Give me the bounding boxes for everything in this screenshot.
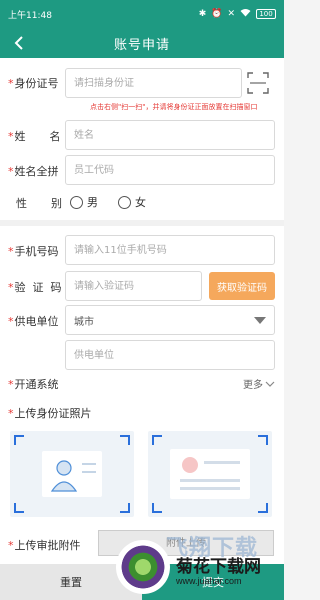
section-divider — [0, 220, 284, 226]
chevron-left-icon — [14, 36, 23, 50]
id-number-label: *身份证号 — [8, 77, 59, 90]
id-back-upload[interactable] — [148, 431, 272, 517]
id-photo-label: *上传身份证照片 — [8, 407, 92, 420]
phone-input[interactable] — [65, 235, 275, 265]
form-content: *身份证号 点击右侧"扫一扫"，并请将身份证正面放置在扫描窗口 *姓名 *姓名全… — [0, 58, 284, 564]
back-button[interactable] — [6, 30, 32, 56]
scan-hint: 点击右侧"扫一扫"，并请将身份证正面放置在扫描窗口 — [90, 103, 258, 111]
supply-unit-input[interactable] — [65, 340, 275, 370]
page-title: 账号申请 — [113, 37, 170, 53]
chevron-down-icon — [265, 381, 275, 387]
scan-icon — [247, 72, 269, 94]
radio-female[interactable] — [118, 195, 131, 209]
supply-unit-label: *供电单位 — [8, 315, 59, 328]
verification-code-input[interactable] — [65, 271, 202, 301]
status-time: 上午11:48 — [8, 10, 52, 21]
scan-button[interactable] — [247, 72, 269, 94]
city-select[interactable]: 城市 — [65, 305, 275, 335]
get-code-button[interactable]: 获取验证码 — [209, 272, 275, 300]
more-systems-toggle[interactable]: 更多 — [243, 376, 275, 391]
bottom-bar: 重置 提交 — [0, 564, 284, 600]
approval-label: *上传审批附件 — [8, 539, 81, 552]
code-label: *验证码 — [8, 281, 62, 294]
id-back-icon — [170, 449, 250, 499]
attachment-upload-button[interactable]: 附件上传 — [98, 530, 274, 556]
reset-button[interactable]: 重置 — [0, 564, 142, 600]
battery-icon: 100 — [256, 9, 276, 19]
name-label: *姓名 — [8, 130, 61, 143]
alarm-icon: ⏰ — [211, 9, 223, 19]
name-input[interactable] — [65, 120, 275, 150]
pinyin-label: *姓名全拼 — [8, 165, 59, 178]
wifi-icon — [240, 8, 251, 20]
status-bar: 上午11:48 ✱ ⏰ ✕ 100 — [0, 0, 284, 28]
submit-button[interactable]: 提交 — [142, 564, 284, 600]
phone-label: *手机号码 — [8, 245, 59, 258]
id-front-icon — [42, 451, 102, 497]
gender-male-option[interactable]: 男 — [70, 194, 98, 210]
id-front-upload[interactable] — [10, 431, 134, 517]
mute-icon: ✕ — [227, 9, 235, 19]
bluetooth-icon: ✱ — [198, 9, 207, 19]
dropdown-caret-icon — [254, 317, 266, 324]
id-number-input[interactable] — [65, 68, 242, 98]
radio-male[interactable] — [70, 195, 83, 209]
gender-label: 性别 — [16, 197, 62, 210]
nav-bar: 账号申请 — [0, 28, 284, 58]
gender-female-option[interactable]: 女 — [118, 194, 146, 210]
systems-label: *开通系统 — [8, 378, 59, 391]
pinyin-input[interactable] — [65, 155, 275, 185]
